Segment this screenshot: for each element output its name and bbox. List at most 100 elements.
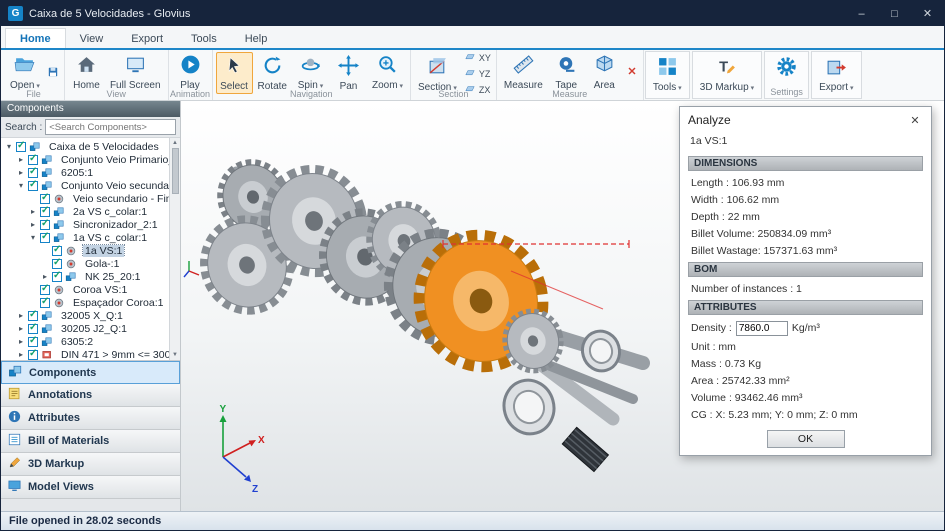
panel-tab-annotations[interactable]: Annotations xyxy=(1,384,180,407)
measure-button[interactable]: Measure xyxy=(500,51,547,93)
open-button[interactable]: Open ▾ xyxy=(6,51,44,94)
clear-measurements-button[interactable] xyxy=(626,65,638,79)
expander-icon[interactable]: ▾ xyxy=(29,234,37,242)
tree-item[interactable]: ▸Sincronizador_2:1 xyxy=(1,218,169,231)
tree-item[interactable]: ▸32005 X_Q:1 xyxy=(1,309,169,322)
svg-text:T: T xyxy=(720,60,729,76)
tree-item[interactable]: 1a VS:1 xyxy=(1,244,169,257)
save-button[interactable] xyxy=(47,66,59,80)
play-button[interactable]: Play xyxy=(172,51,209,93)
close-button[interactable]: ✕ xyxy=(911,1,944,26)
expander-icon[interactable]: ▸ xyxy=(17,351,25,359)
plane-xy-button[interactable]: XY xyxy=(464,51,491,65)
visibility-checkbox[interactable] xyxy=(52,246,62,256)
spin-button[interactable]: Spin ▾ xyxy=(292,51,329,94)
plane-yz-button[interactable]: YZ xyxy=(464,67,491,81)
close-icon[interactable]: ✕ xyxy=(907,114,923,127)
visibility-checkbox[interactable] xyxy=(40,207,50,217)
panel-tab-bill-of-materials[interactable]: Bill of Materials xyxy=(1,430,180,453)
visibility-checkbox[interactable] xyxy=(40,233,50,243)
tab-tools[interactable]: Tools xyxy=(177,29,231,48)
scroll-up-icon[interactable]: ▲ xyxy=(172,138,178,148)
tree-item[interactable]: ▾ Caixa de 5 Velocidades xyxy=(1,140,169,153)
export-btn-button[interactable]: Export ▾ xyxy=(815,53,857,96)
scroll-down-icon[interactable]: ▼ xyxy=(172,350,178,360)
analyze-value-row: Unit : mm xyxy=(680,338,931,355)
visibility-checkbox[interactable] xyxy=(52,272,62,282)
visibility-checkbox[interactable] xyxy=(40,220,50,230)
tree-scrollbar[interactable]: ▲ ▼ xyxy=(169,138,180,360)
3d-markup-button[interactable]: T3D Markup ▾ xyxy=(696,53,758,96)
tree-item[interactable]: ▸6205:1 xyxy=(1,166,169,179)
visibility-checkbox[interactable] xyxy=(40,285,50,295)
visibility-checkbox[interactable] xyxy=(28,311,38,321)
expander-icon[interactable]: ▸ xyxy=(17,325,25,333)
visibility-checkbox[interactable] xyxy=(28,324,38,334)
tree-item[interactable]: ▾1a VS c_colar:1 xyxy=(1,231,169,244)
search-label: Search : xyxy=(5,122,42,133)
plane-icon xyxy=(464,51,476,65)
tree-item[interactable]: ▸Conjunto Veio Primario_1:1 xyxy=(1,153,169,166)
expander-icon[interactable]: ▸ xyxy=(17,338,25,346)
part-icon xyxy=(65,258,80,270)
panel-tab-model-views[interactable]: Model Views xyxy=(1,476,180,499)
tree-item[interactable]: Coroa VS:1 xyxy=(1,283,169,296)
taginfo-icon xyxy=(7,409,22,427)
tools-menu-button[interactable]: Tools ▾ xyxy=(649,53,686,96)
tab-export[interactable]: Export xyxy=(117,29,177,48)
tree-item-label: 30205 J2_Q:1 xyxy=(59,323,129,335)
tree-item[interactable]: ▸2a VS c_colar:1 xyxy=(1,205,169,218)
tab-help[interactable]: Help xyxy=(231,29,282,48)
tape-button[interactable]: Tape xyxy=(548,51,585,93)
tree-item[interactable]: Espaçador Coroa:1 xyxy=(1,296,169,309)
home-view-button[interactable]: Home xyxy=(68,51,105,93)
expander-icon[interactable]: ▸ xyxy=(41,273,49,281)
analyze-value-row: Billet Wastage: 157371.63 mm³ xyxy=(680,242,931,259)
rotate-button[interactable]: Rotate xyxy=(254,52,291,94)
ok-button[interactable]: OK xyxy=(767,430,845,448)
area-button[interactable]: Area xyxy=(586,51,623,93)
search-input[interactable] xyxy=(45,119,176,135)
density-row: Density :Kg/m³ xyxy=(680,318,931,338)
visibility-checkbox[interactable] xyxy=(40,298,50,308)
visibility-checkbox[interactable] xyxy=(28,337,38,347)
tree-item-label: Veio secundario - Final:1 xyxy=(71,193,169,205)
expander-icon[interactable]: ▸ xyxy=(29,221,37,229)
scrollbar-thumb[interactable] xyxy=(172,148,179,194)
pan-button[interactable]: Pan xyxy=(330,52,367,94)
tree-item[interactable]: ▸6305:2 xyxy=(1,335,169,348)
density-input[interactable] xyxy=(736,321,788,336)
tree-item[interactable]: Veio secundario - Final:1 xyxy=(1,192,169,205)
3d-viewport[interactable]: YXZ Analyze ✕ 1a VS:1 DIMENSIONSLength :… xyxy=(181,101,944,511)
expander-icon[interactable]: ▸ xyxy=(17,156,25,164)
full-screen-button[interactable]: Full Screen xyxy=(106,51,165,93)
tab-home[interactable]: Home xyxy=(5,28,66,48)
tree-item[interactable]: ▸NK 25_20:1 xyxy=(1,270,169,283)
expander-icon[interactable]: ▸ xyxy=(17,169,25,177)
analyze-value-row: CG : X: 5.23 mm; Y: 0 mm; Z: 0 mm xyxy=(680,406,931,423)
tree-item-label: Caixa de 5 Velocidades xyxy=(47,141,161,153)
visibility-checkbox[interactable] xyxy=(16,142,26,152)
visibility-checkbox[interactable] xyxy=(52,259,62,269)
select-button[interactable]: Select xyxy=(216,52,253,94)
tree-item[interactable]: ▸ 30205 J2_Q:1 xyxy=(1,322,169,335)
maximize-button[interactable]: □ xyxy=(878,1,911,26)
visibility-checkbox[interactable] xyxy=(28,350,38,360)
visibility-checkbox[interactable] xyxy=(28,168,38,178)
expander-icon[interactable]: ▸ xyxy=(17,312,25,320)
panel-tab-components[interactable]: Components xyxy=(1,361,180,384)
minimize-button[interactable]: – xyxy=(845,1,878,26)
visibility-checkbox[interactable] xyxy=(28,155,38,165)
zoom-button[interactable]: Zoom ▾ xyxy=(368,51,407,94)
panel-tab-attributes[interactable]: Attributes xyxy=(1,407,180,430)
visibility-checkbox[interactable] xyxy=(40,194,50,204)
expander-icon[interactable]: ▸ xyxy=(29,208,37,216)
expander-icon[interactable]: ▾ xyxy=(5,143,13,151)
panel-tab-3d-markup[interactable]: 3D Markup xyxy=(1,453,180,476)
tree-item[interactable]: Gola-:1 xyxy=(1,257,169,270)
tree-item[interactable]: ▾Conjunto Veio secundario - Fi... xyxy=(1,179,169,192)
visibility-checkbox[interactable] xyxy=(28,181,38,191)
tab-view[interactable]: View xyxy=(66,29,118,48)
tree-item[interactable]: ▸DIN 471 > 9mm <= 300mm 2:... xyxy=(1,348,169,361)
expander-icon[interactable]: ▾ xyxy=(17,182,25,190)
